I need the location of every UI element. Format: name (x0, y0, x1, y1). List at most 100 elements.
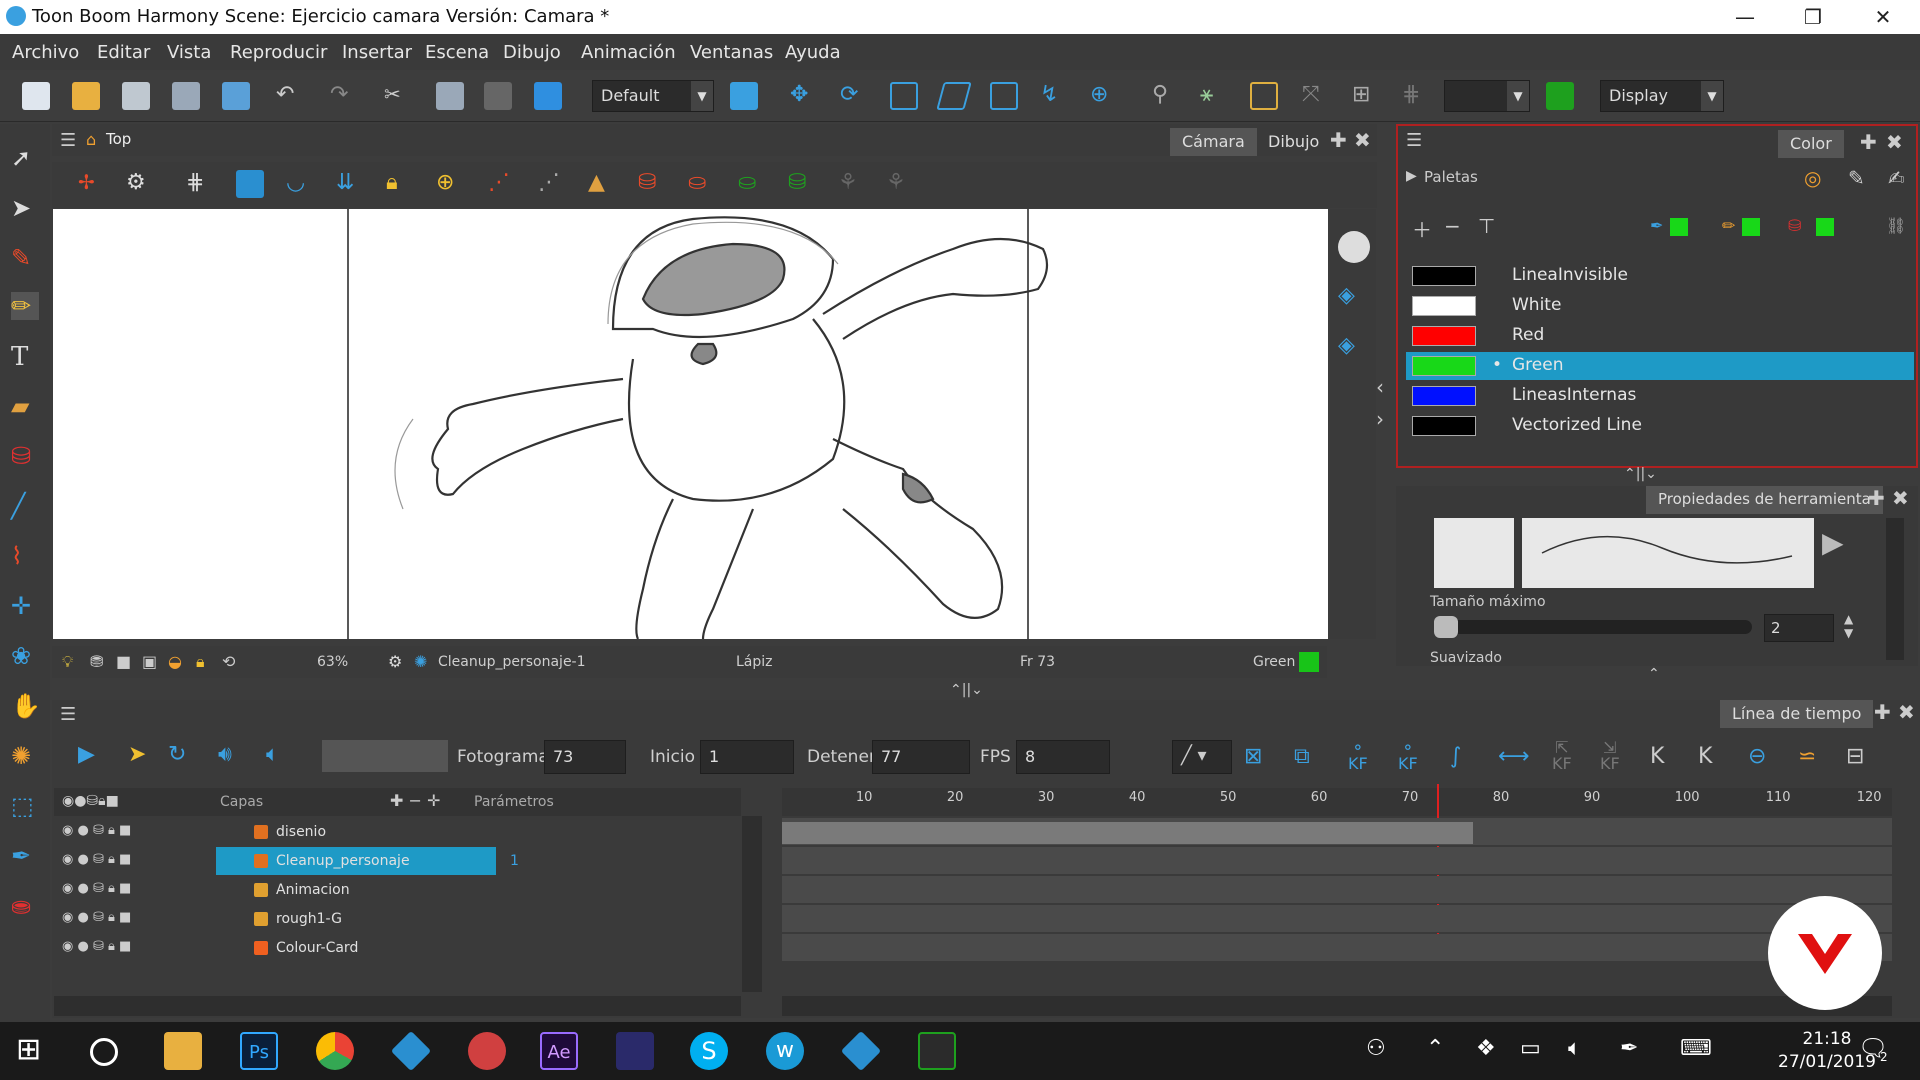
tab-camara[interactable]: Cámara (1170, 128, 1257, 156)
view-splitter-icon[interactable]: ⌃||⌄ (950, 682, 983, 698)
chrome-icon[interactable] (316, 1032, 354, 1070)
maintain-size-icon[interactable]: ⊕ (1090, 82, 1118, 110)
palettes-label[interactable]: Paletas (1424, 168, 1478, 186)
stop-input[interactable]: 77 (872, 740, 970, 774)
add-view-icon[interactable]: ✚ (1868, 486, 1885, 510)
swatch-row[interactable]: LineaInvisible (1406, 262, 1914, 290)
playback-speed-slider[interactable] (322, 740, 448, 772)
paint-tool-icon[interactable]: ⛁ (11, 442, 39, 470)
view-select-dropdown[interactable]: ▼ (1444, 80, 1530, 112)
menu-vista[interactable]: Vista (167, 42, 211, 63)
cortana-icon[interactable] (90, 1038, 118, 1066)
start-input[interactable]: 1 (700, 740, 794, 774)
frame-icon[interactable]: ■ (116, 652, 131, 671)
stop-motion-icon[interactable]: ⊠ (1244, 744, 1262, 769)
onion-skin-icon[interactable]: ◡ (286, 170, 314, 198)
save-icon[interactable] (122, 82, 150, 110)
paint-color-swatch[interactable] (1816, 218, 1834, 236)
line-color-swatch[interactable] (1670, 218, 1688, 236)
loop-icon[interactable]: ↻ (168, 742, 186, 767)
chevron-up-icon[interactable]: ⌃ (1426, 1036, 1444, 1061)
tool-props-scrollbar[interactable] (1886, 518, 1904, 660)
layer-toggle-icons[interactable]: ◉ ● ⛁ 🔒︎ ■ (62, 939, 131, 954)
layer-red-alt-icon[interactable]: ⛀ (688, 170, 716, 198)
ruler-icon[interactable]: ⋰ (538, 170, 566, 198)
layer-row[interactable]: ◉ ● ⛁ 🔒︎ ■ rough1-G (54, 905, 741, 933)
close-view-icon[interactable]: ✖ (1898, 700, 1915, 724)
exposure-bar[interactable] (782, 822, 1474, 844)
close-view-icon[interactable]: ✖ (1354, 128, 1371, 152)
close-view-icon[interactable]: ✖ (1892, 486, 1909, 510)
fps-input[interactable]: 8 (1016, 740, 1110, 774)
safe-area-icon[interactable] (236, 170, 264, 198)
tab-color[interactable]: Color (1778, 130, 1844, 158)
remove-blank-icon[interactable]: K (1698, 744, 1712, 769)
layer-row[interactable]: ◉ ● ⛁ 🔒︎ ■ disenio (54, 818, 741, 846)
chevron-right-icon[interactable]: › (1376, 407, 1384, 431)
pen-icon[interactable]: ✒ (1620, 1036, 1638, 1061)
layer-green-icon[interactable]: ⛀ (738, 170, 766, 198)
add-texture-icon[interactable]: ⊤ (1478, 214, 1495, 238)
swatch-row[interactable]: LineasInternas (1406, 382, 1914, 410)
hamburger-menu-icon[interactable]: ☰ (60, 704, 76, 725)
ease-curve-icon[interactable]: ∫ (1450, 744, 1461, 769)
photoshop-icon[interactable]: Ps (240, 1032, 278, 1070)
layer-row[interactable]: ◉ ● ⛁ 🔒︎ ■ Colour-Card (54, 934, 741, 962)
preview-icon[interactable]: ▣ (142, 652, 157, 671)
translate-icon[interactable]: ✥ (790, 82, 818, 110)
eye-icon[interactable] (1338, 231, 1370, 263)
morph-hint-icon[interactable]: ⚘ (886, 170, 914, 198)
grid-icon[interactable]: ⋕ (186, 170, 214, 198)
swatch-row[interactable]: Vectorized Line (1406, 412, 1914, 440)
inverse-kinematics-icon[interactable]: ⛂ (11, 892, 39, 920)
paste-icon[interactable] (484, 82, 512, 110)
layer-stack-alt-icon[interactable]: ◈ (1338, 333, 1355, 358)
rigging-tool-icon[interactable]: ✒ (11, 842, 39, 870)
reset-rotation-icon[interactable]: ⟲ (222, 652, 235, 671)
menu-animacion[interactable]: Animación (581, 42, 676, 63)
lock-icon[interactable]: 🔒︎ (196, 652, 205, 672)
menu-ayuda[interactable]: Ayuda (785, 42, 841, 63)
dropbox-icon[interactable]: ❖ (1476, 1036, 1496, 1061)
onion-icon[interactable]: ◒ (168, 652, 182, 671)
menu-reproducir[interactable]: Reproducir (230, 42, 327, 63)
tab-dibujo[interactable]: Dibujo (1256, 128, 1331, 156)
next-keyframe-button[interactable]: ⇲ KF (1600, 740, 1620, 772)
camtasia-icon[interactable] (918, 1032, 956, 1070)
morph-tool-icon[interactable]: ❀ (11, 642, 39, 670)
save-as-icon[interactable] (172, 82, 200, 110)
remove-swatch-icon[interactable]: − (1444, 214, 1461, 238)
reset-view-icon[interactable]: ✢ (78, 170, 106, 198)
display-dropdown[interactable]: Display ▼ (1600, 80, 1724, 112)
sound-icon[interactable]: 🔊︎ (218, 742, 232, 767)
dropper-tool-icon[interactable]: ⌇ (11, 542, 39, 570)
swatch-row[interactable]: White (1406, 292, 1914, 320)
sound-scrub-icon[interactable]: 🔈︎ (266, 742, 279, 767)
close-view-icon[interactable]: ✖ (1886, 130, 1903, 154)
bounding-box-icon[interactable] (1250, 82, 1278, 110)
skew-icon[interactable] (936, 82, 972, 110)
preset-arrow-icon[interactable]: ▶ (1822, 526, 1844, 559)
line-color-icon[interactable]: ✒ (1650, 216, 1663, 235)
settings-gear-icon[interactable]: ⚙ (126, 170, 154, 198)
minimize-button[interactable]: — (1716, 0, 1774, 34)
file-explorer-icon[interactable] (164, 1032, 202, 1070)
cutter-tool-icon[interactable]: ✛ (11, 592, 39, 620)
menu-dibujo[interactable]: Dibujo (503, 42, 561, 63)
grid-snap-icon[interactable]: ⋕ (1402, 82, 1430, 110)
ease-type-dropdown[interactable]: ╱ ▾ (1172, 740, 1232, 774)
text-tool-icon[interactable]: T (11, 342, 39, 372)
import-icon[interactable] (222, 82, 250, 110)
max-size-slider[interactable] (1434, 620, 1752, 634)
copy-icon[interactable] (436, 82, 464, 110)
tab-tool-properties[interactable]: Propiedades de herramienta (1646, 486, 1883, 514)
layer-toggle-icons[interactable]: ◉ ● ⛁ 🔒︎ ■ (62, 823, 131, 838)
bulb-icon[interactable]: 💡︎ (62, 652, 73, 672)
restore-button[interactable]: ❐ (1784, 0, 1842, 34)
open-icon[interactable] (72, 82, 100, 110)
after-effects-icon[interactable]: Ae (540, 1032, 578, 1070)
palette-brush-icon[interactable]: ✍ (1888, 166, 1905, 190)
spline-offset-icon[interactable]: ↯ (1040, 82, 1068, 110)
gear-icon[interactable]: ⚙ (388, 652, 402, 671)
hold-icon[interactable]: ⊖ (1748, 744, 1766, 769)
